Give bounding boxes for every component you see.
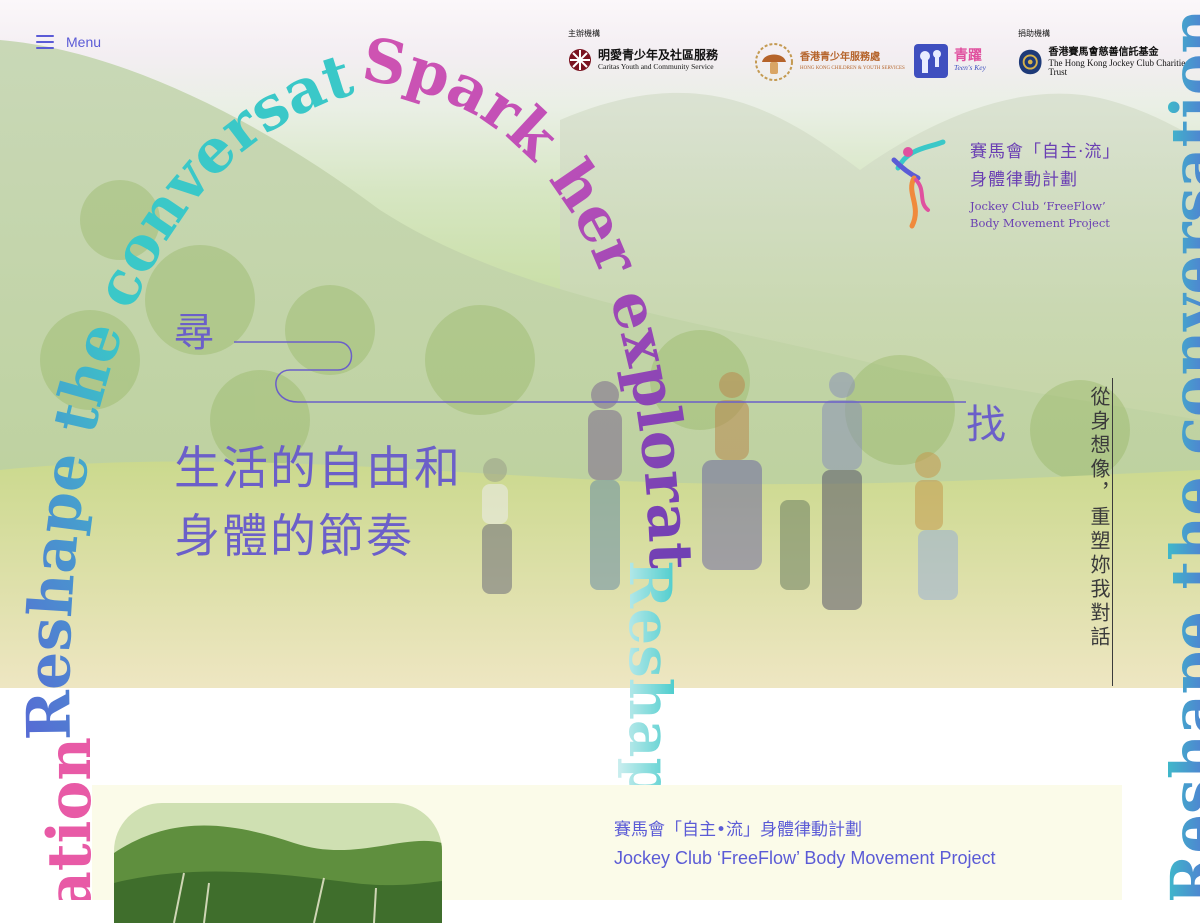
right-vertical-text: Reshape the conversation bbox=[1157, 9, 1200, 900]
section-title-cn: 賽馬會「自主•流」身體律動計劃 bbox=[614, 820, 863, 840]
mountain-photo bbox=[114, 803, 442, 923]
arc-text-reshape-the-conversation: Reshape the conversation bbox=[0, 0, 361, 741]
section-title-en: Jockey Club ‘FreeFlow’ Body Movement Pro… bbox=[614, 848, 996, 868]
arc-typography: Reshape the conversation Spark her explo… bbox=[0, 0, 1200, 900]
intro-image bbox=[114, 803, 442, 923]
